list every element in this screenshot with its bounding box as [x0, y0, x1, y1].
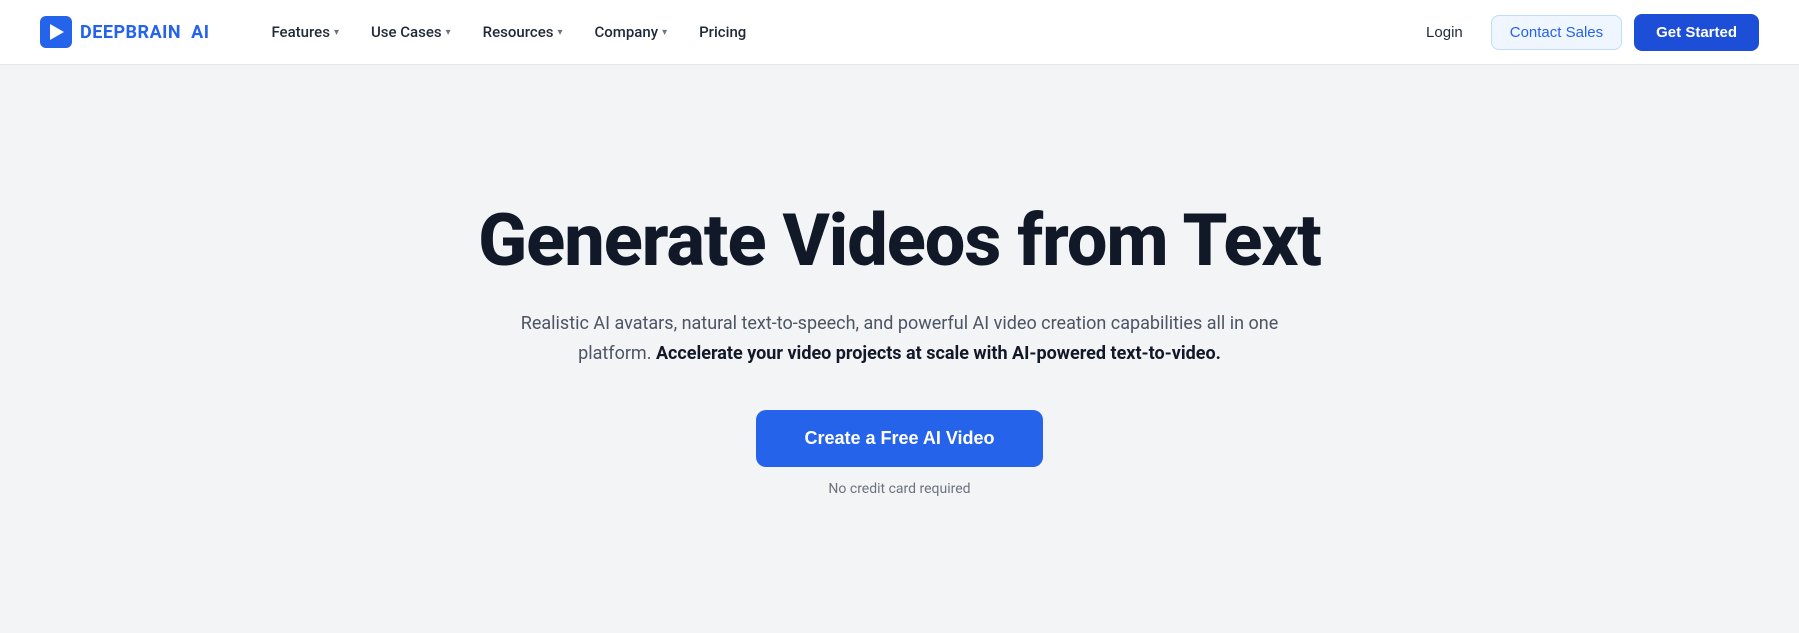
cta-button[interactable]: Create a Free AI Video — [756, 410, 1042, 467]
chevron-down-icon: ▾ — [557, 27, 562, 38]
get-started-button[interactable]: Get Started — [1634, 14, 1759, 51]
hero-section: Generate Videos from Text Realistic AI a… — [0, 65, 1799, 633]
hero-title: Generate Videos from Text — [478, 201, 1321, 280]
nav-item-pricing[interactable]: Pricing — [685, 15, 760, 49]
nav-item-features[interactable]: Features ▾ — [257, 15, 353, 49]
chevron-down-icon: ▾ — [662, 27, 667, 38]
hero-note: No credit card required — [828, 481, 970, 497]
navbar-actions: Login Contact Sales Get Started — [1410, 14, 1759, 51]
chevron-down-icon: ▾ — [334, 27, 339, 38]
nav-item-company[interactable]: Company ▾ — [580, 15, 681, 49]
logo-text: DEEPBRAIN AI — [80, 22, 209, 43]
navbar: DEEPBRAIN AI Features ▾ Use Cases ▾ Reso… — [0, 0, 1799, 65]
hero-subtitle: Realistic AI avatars, natural text-to-sp… — [520, 309, 1280, 370]
login-button[interactable]: Login — [1410, 16, 1479, 49]
navbar-nav: Features ▾ Use Cases ▾ Resources ▾ Compa… — [257, 15, 1410, 49]
logo[interactable]: DEEPBRAIN AI — [40, 16, 209, 48]
logo-icon — [40, 16, 72, 48]
contact-sales-button[interactable]: Contact Sales — [1491, 15, 1622, 50]
nav-item-resources[interactable]: Resources ▾ — [469, 15, 577, 49]
nav-item-use-cases[interactable]: Use Cases ▾ — [357, 15, 465, 49]
chevron-down-icon: ▾ — [446, 27, 451, 38]
